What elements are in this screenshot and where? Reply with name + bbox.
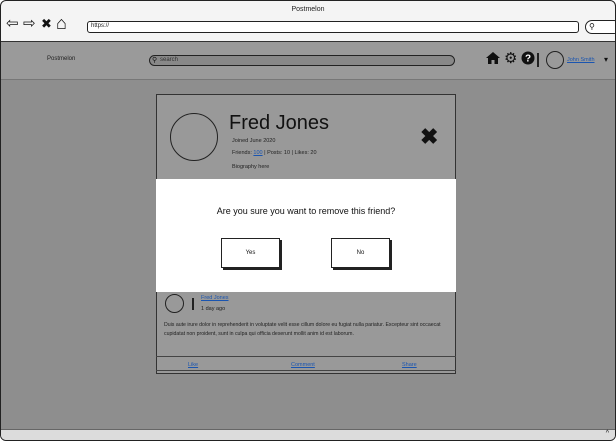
friends-label: Friends: bbox=[232, 150, 254, 156]
post-divider bbox=[156, 356, 456, 357]
friends-count-link[interactable]: 100 bbox=[253, 150, 262, 156]
post-divider bbox=[156, 370, 456, 371]
post-avatar bbox=[165, 294, 184, 313]
header-separator bbox=[537, 53, 539, 67]
yes-button[interactable]: Yes bbox=[221, 238, 280, 268]
gear-icon[interactable]: ⚙ bbox=[504, 51, 517, 66]
profile-name: Fred Jones bbox=[229, 112, 330, 134]
post-timestamp: 1 day ago bbox=[201, 306, 226, 312]
svg-text:?: ? bbox=[525, 54, 531, 65]
search-icon: ⚲ bbox=[589, 22, 595, 31]
comment-link[interactable]: Comment bbox=[291, 362, 315, 368]
post-author-link[interactable]: Fred Jones bbox=[201, 295, 229, 301]
post-body: Duis aute irure dolor in reprehenderit i… bbox=[164, 322, 441, 337]
chevron-down-icon[interactable]: ▾ bbox=[604, 55, 608, 64]
browser-window: Postmelon ⇦ ⇨ ✖ ⌂ https:// ⚲ Postmelon ⚲… bbox=[0, 0, 616, 441]
post-separator bbox=[192, 298, 194, 310]
share-link[interactable]: Share bbox=[402, 362, 417, 368]
app-header: Postmelon ⚲ search ⚙ ? John Smith ▾ bbox=[1, 42, 615, 80]
profile-avatar bbox=[170, 113, 218, 161]
profile-bio: Biography here bbox=[232, 164, 270, 170]
profile-stats-rest: | Posts: 10 | Likes: 20 bbox=[262, 150, 317, 156]
browser-search-field[interactable]: ⚲ bbox=[585, 20, 615, 34]
home-icon[interactable] bbox=[485, 51, 501, 67]
no-button[interactable]: No bbox=[331, 238, 390, 268]
status-bar: ^ bbox=[1, 429, 615, 440]
brand-logo[interactable]: Postmelon bbox=[47, 56, 75, 62]
close-icon[interactable]: ✖ bbox=[420, 126, 438, 148]
home-icon[interactable]: ⌂ bbox=[56, 14, 67, 32]
search-icon: ⚲ bbox=[152, 57, 158, 64]
profile-stats: Friends: 100 | Posts: 10 | Likes: 20 bbox=[232, 150, 317, 156]
dialog-question: Are you sure you want to remove this fri… bbox=[216, 206, 396, 216]
chevron-up-icon[interactable]: ^ bbox=[606, 430, 609, 437]
back-arrow-icon[interactable]: ⇦ bbox=[6, 15, 19, 31]
address-bar[interactable]: https:// bbox=[87, 21, 579, 33]
search-input[interactable]: ⚲ search bbox=[149, 55, 455, 66]
profile-joined: Joined June 2020 bbox=[232, 138, 276, 144]
search-placeholder: search bbox=[160, 57, 179, 63]
user-name-link[interactable]: John Smith bbox=[567, 57, 595, 63]
confirm-dialog: Are you sure you want to remove this fri… bbox=[156, 179, 456, 292]
like-link[interactable]: Like bbox=[188, 362, 198, 368]
forward-arrow-icon[interactable]: ⇨ bbox=[23, 15, 36, 31]
avatar[interactable] bbox=[546, 51, 564, 69]
window-title: Postmelon bbox=[291, 6, 325, 13]
stop-icon[interactable]: ✖ bbox=[41, 15, 52, 31]
help-icon[interactable]: ? bbox=[521, 51, 535, 67]
